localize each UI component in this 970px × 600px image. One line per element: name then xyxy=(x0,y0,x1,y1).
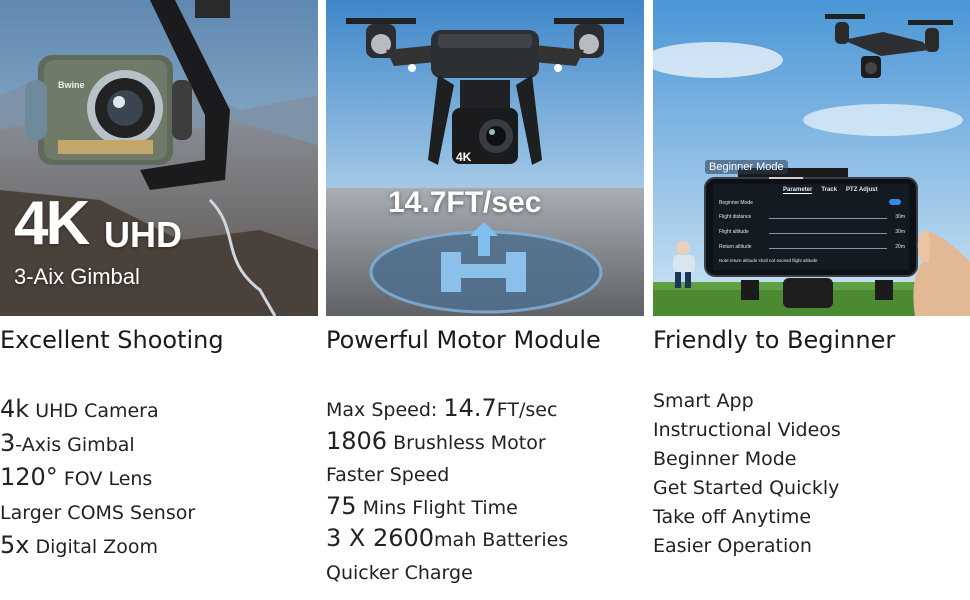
feature-item: Quicker Charge xyxy=(326,561,473,584)
camera-4k-badge: 4K xyxy=(456,150,472,164)
app-screen: Parameter Track PTZ Adjust Beginner Mode… xyxy=(713,184,909,270)
overlay-uhd: UHD xyxy=(104,214,182,255)
setting-row: Flight distance 30m xyxy=(719,214,905,220)
tab-track[interactable]: Track xyxy=(821,187,837,194)
feature-list: Smart App Instructional Videos Beginner … xyxy=(653,387,841,561)
distance-slider[interactable] xyxy=(769,218,887,219)
setting-row: Return altitude 20m xyxy=(719,244,905,250)
feature-item: 75 Mins Flight Time xyxy=(326,491,518,520)
feature-list: 4k UHD Camera 3-Axis Gimbal 120° FOV Len… xyxy=(0,392,195,562)
panel-heading: Powerful Motor Module xyxy=(326,326,601,354)
altitude-slider[interactable] xyxy=(769,233,887,234)
feature-item: Easier Operation xyxy=(653,535,812,557)
feature-item: Instructional Videos xyxy=(653,419,841,441)
panel-heading: Friendly to Beginner xyxy=(653,326,896,354)
tab-parameter[interactable]: Parameter xyxy=(783,187,813,194)
feature-item: Larger COMS Sensor xyxy=(0,502,196,524)
feature-item: 3 X 2600mah Batteries xyxy=(326,524,569,552)
feature-item: 3-Axis Gimbal xyxy=(0,429,135,457)
feature-item: Max Speed: 14.7FT/sec xyxy=(326,394,558,422)
toggle-switch[interactable] xyxy=(889,199,901,205)
overlay-gimbal-label: 3-Aix Gimbal xyxy=(14,264,140,289)
panel-heading: Excellent Shooting xyxy=(0,326,224,354)
camera-brand-label: Bwine xyxy=(58,80,85,90)
app-tab-bar: Parameter Track PTZ Adjust xyxy=(783,187,878,194)
feature-item: Beginner Mode xyxy=(653,448,797,470)
feature-item: Smart App xyxy=(653,390,754,412)
camera-gimbal-photo: Bwine 4K UHD 3-Aix Gimbal xyxy=(0,0,318,316)
feature-list: Max Speed: 14.7FT/sec 1806 Brushless Mot… xyxy=(326,392,568,587)
feature-item: 120° FOV Lens xyxy=(0,463,153,491)
overlay-4k: 4K xyxy=(14,189,90,258)
return-altitude-slider[interactable] xyxy=(769,248,887,249)
app-note: Note:return altitude shall not exceed fl… xyxy=(719,258,818,263)
app-control-photo: Beginner Mode Parameter Track PTZ Adjust… xyxy=(653,0,970,316)
feature-item: Faster Speed xyxy=(326,464,450,486)
beginner-mode-callout: Beginner Mode xyxy=(705,160,788,174)
drone-helipad-illustration xyxy=(326,0,644,316)
feature-item: 4k UHD Camera xyxy=(0,395,159,423)
tab-ptz-adjust[interactable]: PTZ Adjust xyxy=(846,187,877,194)
feature-item: Take off Anytime xyxy=(653,506,812,528)
app-mode-label: Beginner Mode xyxy=(719,200,753,206)
feature-item: 5x Digital Zoom xyxy=(0,531,158,559)
overlay-speed: 14.7FT/sec xyxy=(388,186,542,219)
setting-row: Flight altitude 30m xyxy=(719,229,905,235)
feature-item: 1806 Brushless Motor xyxy=(326,426,546,455)
feature-item: Get Started Quickly xyxy=(653,477,840,499)
drone-speed-photo: 4K 14.7FT/sec xyxy=(326,0,644,316)
